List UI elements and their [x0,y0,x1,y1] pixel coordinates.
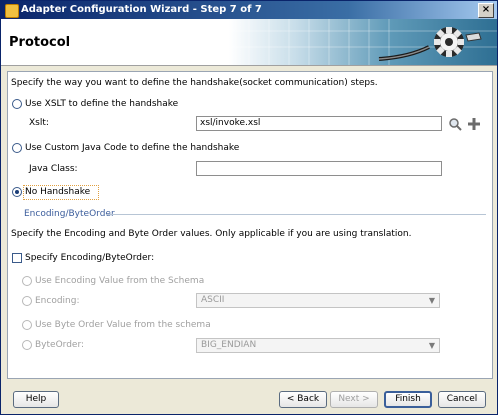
xslt-input[interactable]: xsl/invoke.xsl [196,116,442,131]
java-class-label: Java Class: [29,164,78,174]
xslt-radio[interactable] [12,99,22,109]
java-class-input[interactable] [196,161,442,176]
wizard-header: Protocol [1,19,497,66]
specify-encoding-label[interactable]: Specify Encoding/ByteOrder: [25,253,154,263]
title-bar[interactable]: Adapter Configuration Wizard - Step 7 of… [1,1,497,19]
intro-text: Specify the way you want to define the h… [11,78,378,88]
protocol-panel: Specify the way you want to define the h… [7,71,493,379]
java-radio-label[interactable]: Use Custom Java Code to define the hands… [25,143,239,153]
window-title: Adapter Configuration Wizard - Step 7 of… [21,4,262,15]
encoding-label: Encoding: [35,296,80,306]
cancel-button[interactable]: Cancel [438,391,486,408]
chevron-down-icon: ▼ [428,296,435,305]
byteorder-label: ByteOrder: [35,340,85,350]
byteorder-radio[interactable] [22,340,32,350]
next-button[interactable]: Next > [330,391,378,408]
header-banner [229,19,497,65]
no-handshake-radio[interactable] [12,187,22,197]
encoding-selected-value: ASCII [201,295,225,305]
use-encoding-schema-radio[interactable] [22,276,32,286]
xslt-radio-label[interactable]: Use XSLT to define the handshake [25,99,178,109]
encoding-select[interactable]: ASCII ▼ [196,293,440,308]
page-title: Protocol [9,35,71,50]
use-byteorder-schema-label: Use Byte Order Value from the schema [35,320,211,330]
java-radio[interactable] [12,143,22,153]
encoding-section-title: Encoding/ByteOrder [24,209,115,219]
section-divider [106,214,486,215]
use-byteorder-schema-radio[interactable] [22,320,32,330]
finish-button[interactable]: Finish [384,391,432,408]
wizard-window: Adapter Configuration Wizard - Step 7 of… [0,0,498,415]
specify-encoding-checkbox[interactable] [12,253,22,263]
close-icon[interactable]: × [478,3,494,18]
xslt-field-label: Xslt: [29,118,49,128]
encoding-description: Specify the Encoding and Byte Order valu… [11,229,412,239]
help-button[interactable]: Help [13,391,59,408]
search-icon[interactable] [448,117,462,131]
byteorder-selected-value: BIG_ENDIAN [201,340,257,350]
add-icon[interactable] [467,117,481,131]
encoding-radio[interactable] [22,296,32,306]
gear-connector-icon [229,19,497,65]
chevron-down-icon: ▼ [428,341,435,350]
app-icon [5,4,19,18]
back-button[interactable]: < Back [279,391,327,408]
use-encoding-schema-label: Use Encoding Value from the Schema [35,276,205,286]
no-handshake-label[interactable]: No Handshake [25,187,90,197]
byteorder-select[interactable]: BIG_ENDIAN ▼ [196,338,440,353]
